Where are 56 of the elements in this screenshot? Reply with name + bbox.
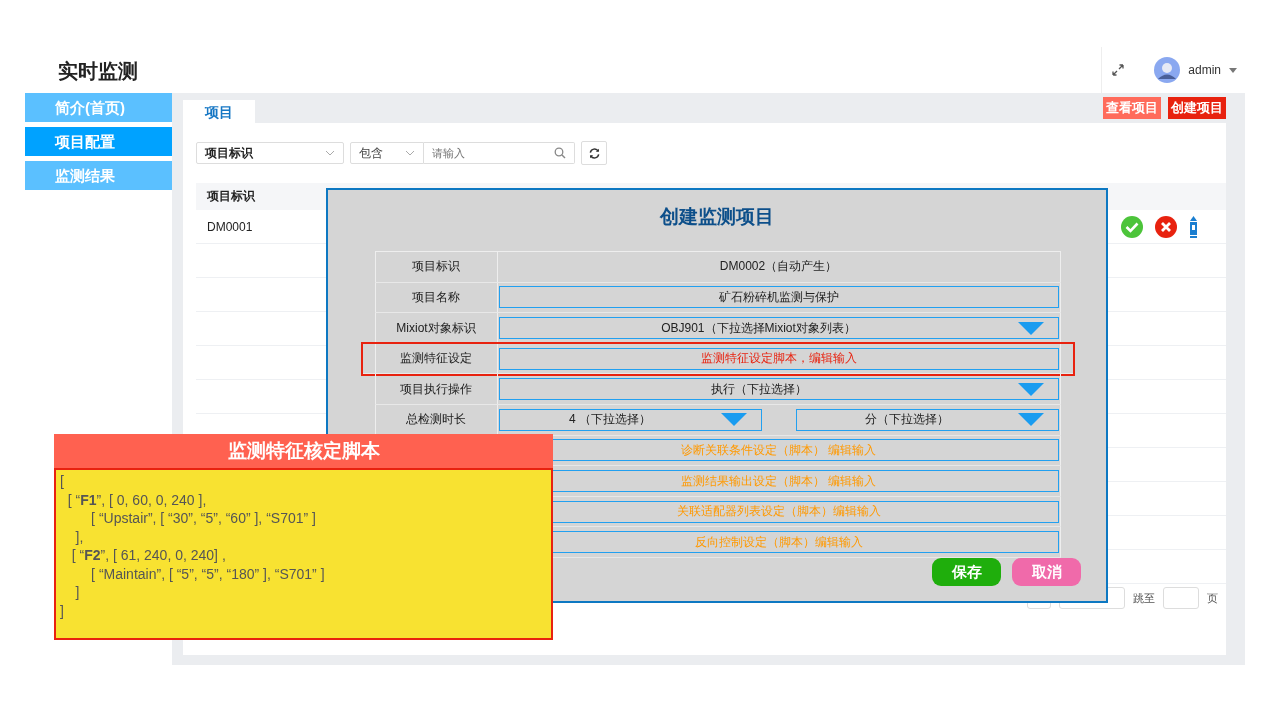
code-line: [ “F2”, [ 61, 240, 0, 240] ,	[70, 546, 227, 565]
field-select[interactable]: 项目标识	[196, 142, 344, 164]
form-label: Mixiot对象标识	[396, 319, 476, 337]
dropdown-arrow-icon	[1017, 382, 1044, 396]
dropdown-arrow-icon	[720, 413, 747, 427]
chevron-icon	[405, 150, 415, 156]
tab[interactable]: 项目	[183, 100, 255, 123]
dropdown[interactable]: 4 （下拉选择）	[498, 408, 762, 431]
sidebar-item[interactable]: 简介(首页)	[25, 93, 172, 122]
dropdown-arrow-icon	[1017, 413, 1044, 427]
code-line: [ “F1”, [ 0, 60, 0, 240 ],	[66, 490, 208, 509]
view-project-button[interactable]: 查看项目	[1103, 97, 1161, 119]
form-label: 总检测时长	[406, 411, 466, 429]
dialog-title: 创建监测项目	[660, 205, 774, 229]
column-header: 项目标识	[207, 188, 255, 205]
form-label: 项目标识	[412, 258, 460, 276]
avatar-icon[interactable]	[1154, 57, 1181, 83]
script-editor-field[interactable]: 监测特征设定脚本，编辑输入	[498, 347, 1059, 370]
fullscreen-icon[interactable]	[1112, 64, 1125, 76]
search-field[interactable]: 请输入	[424, 142, 575, 164]
jump-label: 跳至	[1133, 590, 1155, 606]
code-line: ],	[74, 527, 85, 546]
dropdown[interactable]: 执行（下拉选择）	[498, 378, 1059, 401]
chevron-icon	[325, 150, 335, 156]
check-icon[interactable]	[1121, 215, 1143, 238]
refresh-button[interactable]	[581, 141, 607, 165]
pen-icon[interactable]	[1189, 215, 1198, 238]
sidebar-item[interactable]: 项目配置	[25, 127, 172, 156]
page-title: 实时监测	[58, 59, 138, 84]
code-line: [	[60, 472, 65, 491]
dropdown[interactable]: OBJ901（下拉选择Mixiot对象列表）	[498, 317, 1059, 340]
dropdown-arrow-icon	[1017, 321, 1044, 335]
cancel-button[interactable]: 取消	[1012, 558, 1081, 586]
form-label: 项目名称	[412, 288, 460, 306]
create-project-button[interactable]: 创建项目	[1168, 97, 1226, 119]
search-icon[interactable]	[554, 147, 566, 159]
code-line: ]	[60, 601, 65, 620]
close-icon[interactable]	[1155, 215, 1177, 238]
form-label: 监测特征设定	[400, 350, 472, 368]
refresh-icon	[587, 146, 601, 160]
save-button[interactable]: 保存	[932, 558, 1001, 586]
form-value: DM0002（自动产生）	[718, 258, 839, 276]
page-unit: 页	[1207, 590, 1218, 606]
script-header-dialog: 监测特征核定脚本	[54, 434, 553, 468]
sidebar-item[interactable]: 监测结果	[25, 161, 172, 190]
code-line: [ “Upstair”, [ “30”, “5”, “60” ], “S701” ]	[90, 509, 317, 528]
form-label: 项目执行操作	[400, 380, 472, 398]
caret-icon[interactable]	[1229, 67, 1237, 73]
page-input[interactable]	[1163, 587, 1199, 609]
input-field[interactable]: 矿石粉碎机监测与保护	[498, 286, 1059, 309]
user-name[interactable]: admin	[1188, 63, 1221, 77]
code-line: ]	[74, 583, 81, 602]
operator-select[interactable]: 包含	[350, 142, 424, 164]
table-cell: DM0001	[207, 219, 253, 234]
dropdown[interactable]: 分（下拉选择）	[795, 408, 1059, 431]
code-line: [ “Maintain”, [ “5”, “5”, “180” ], “S701” ]	[90, 564, 326, 583]
